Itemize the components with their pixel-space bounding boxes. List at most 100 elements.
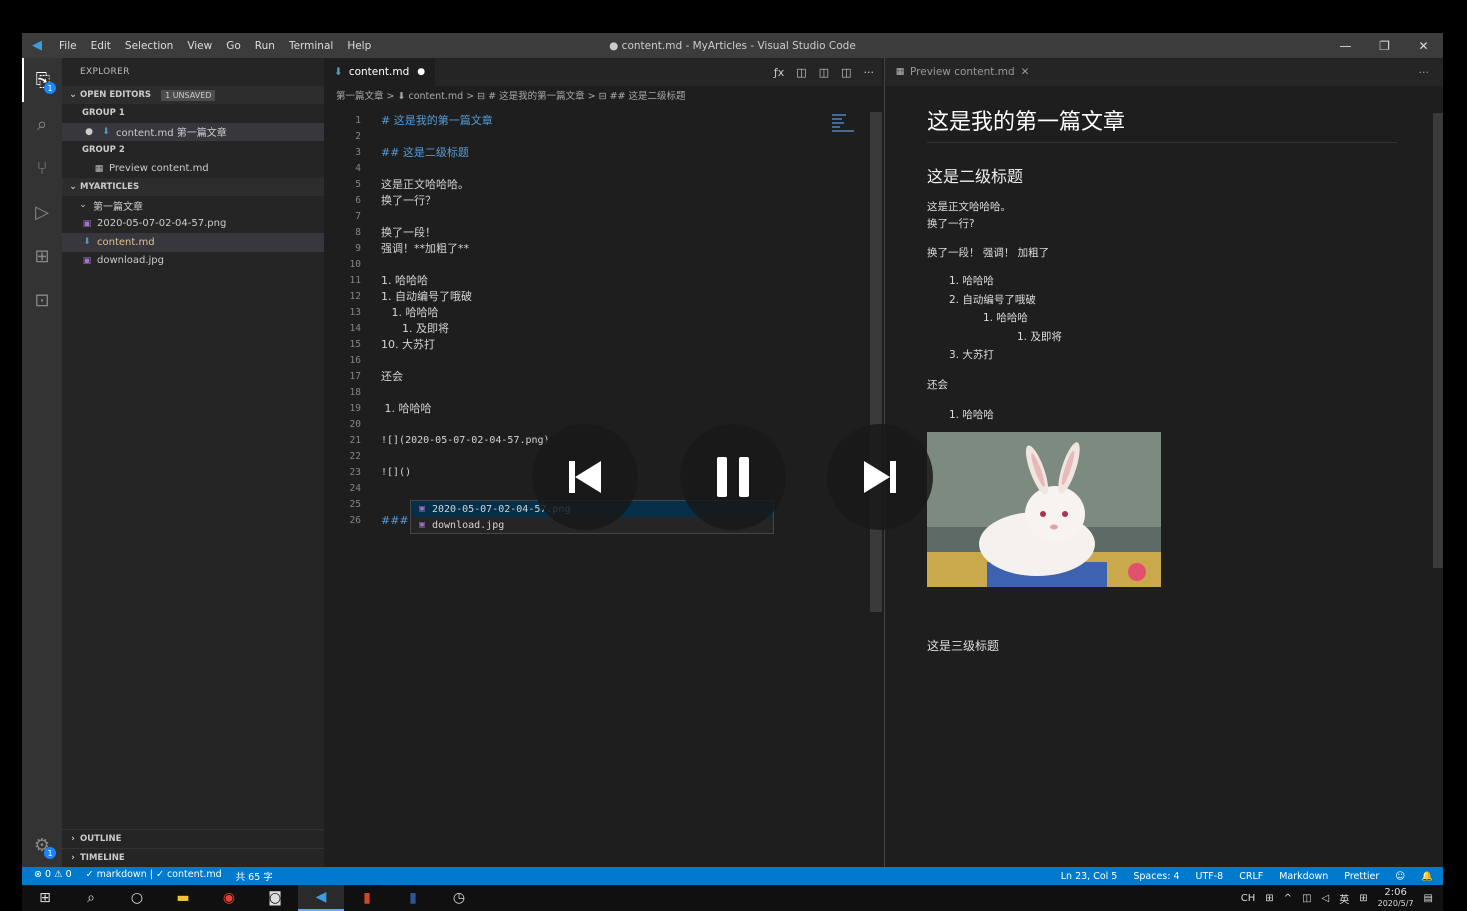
menu-selection[interactable]: Selection bbox=[118, 40, 180, 52]
group1-label: GROUP 1 bbox=[82, 108, 125, 119]
preview-scrollbar[interactable] bbox=[1433, 113, 1443, 568]
notifications-icon[interactable]: 🔔 bbox=[1421, 871, 1433, 882]
search-icon[interactable]: ⌕ bbox=[68, 885, 114, 911]
system-tray: CH ⊞ ^ ◫ ◁ 英 ⊞ 2:06 2020/5/7 ▤ bbox=[1241, 885, 1433, 911]
restore-button[interactable]: ❐ bbox=[1365, 33, 1404, 58]
settings-gear-icon[interactable]: ⚙ 1 bbox=[22, 823, 62, 867]
menu-view[interactable]: View bbox=[180, 40, 219, 52]
word-count[interactable]: 共 65 字 bbox=[236, 869, 273, 883]
more-actions-icon[interactable]: ··· bbox=[864, 66, 875, 79]
feedback-icon[interactable]: ☺ bbox=[1395, 871, 1405, 882]
task-view-icon[interactable]: ○ bbox=[114, 885, 160, 911]
open-preview-icon[interactable]: ◫ bbox=[796, 66, 806, 79]
preview-icon: ▦ bbox=[94, 163, 104, 174]
file-item[interactable]: ▣ 2020-05-07-02-04-57.png bbox=[62, 215, 324, 234]
volume-icon[interactable]: ◁ bbox=[1322, 893, 1330, 904]
tab-preview[interactable]: ▦ Preview content.md ✕ bbox=[885, 58, 1037, 86]
file-item[interactable]: ▣ download.jpg bbox=[62, 252, 324, 271]
code-line: 15 10. 大苏打 bbox=[324, 336, 864, 352]
clock[interactable]: 2:06 2020/5/7 bbox=[1378, 887, 1414, 909]
unsaved-dot-icon[interactable]: ● bbox=[82, 127, 96, 137]
timeline-label: TIMELINE bbox=[80, 853, 125, 863]
function-icon[interactable]: ƒx bbox=[774, 66, 784, 79]
breadcrumb[interactable]: 第一篇文章 > ⬇ content.md > ⊟ # 这是我的第一篇文章 > ⊟… bbox=[324, 86, 882, 104]
problems-indicator[interactable]: ⊗ 0 ⚠ 0 bbox=[34, 869, 72, 883]
menu-edit[interactable]: Edit bbox=[84, 40, 118, 52]
open-editors-header[interactable]: ⌄ OPEN EDITORS 1 UNSAVED bbox=[62, 86, 324, 104]
outline-header[interactable]: › OUTLINE bbox=[62, 829, 324, 848]
close-button[interactable]: ✕ bbox=[1404, 33, 1443, 58]
file-explorer-icon[interactable]: ▬ bbox=[160, 885, 206, 911]
language-mode[interactable]: Markdown bbox=[1279, 871, 1328, 882]
powerpoint-icon[interactable]: ▮ bbox=[344, 885, 390, 911]
line-text: 1. 哈哈哈 bbox=[381, 306, 439, 319]
rabbit-image bbox=[927, 432, 1161, 587]
tab-content-md[interactable]: ⬇ content.md ● bbox=[324, 58, 436, 86]
unsaved-dot-icon[interactable]: ● bbox=[417, 67, 425, 77]
keyboard-icon[interactable]: ⊞ bbox=[1265, 893, 1273, 904]
chrome-icon[interactable]: ◉ bbox=[206, 885, 252, 911]
workspace-label: MYARTICLES bbox=[80, 182, 140, 192]
file-item[interactable]: ⬇ content.md bbox=[62, 233, 324, 252]
preview-pane: ▦ Preview content.md ✕ ··· 这是我的第一篇文章 这是二… bbox=[884, 58, 1443, 867]
split-editor-icon[interactable]: ◫ bbox=[841, 66, 851, 79]
list-item: 3. 大苏打 bbox=[949, 349, 994, 361]
clock-app-icon[interactable]: ◷ bbox=[436, 885, 482, 911]
encoding[interactable]: UTF-8 bbox=[1196, 871, 1224, 882]
word-icon[interactable]: ▮ bbox=[390, 885, 436, 911]
network-icon[interactable]: ◫ bbox=[1302, 893, 1311, 904]
code-line: 7 bbox=[324, 208, 864, 224]
windows-start-icon[interactable]: ⊞ bbox=[22, 885, 68, 911]
extensions-icon[interactable]: ⊞ bbox=[22, 234, 62, 278]
language-indicator[interactable]: 英 bbox=[1339, 891, 1349, 906]
preview-side-icon[interactable]: ◫ bbox=[819, 66, 829, 79]
formatter[interactable]: Prettier bbox=[1344, 871, 1379, 882]
vscode-taskbar-icon[interactable]: ◀ bbox=[298, 885, 344, 911]
search-icon[interactable]: ⌕ bbox=[22, 102, 62, 146]
line-text: ## 这是二级标题 bbox=[381, 146, 469, 159]
open-editor-preview[interactable]: ▦ Preview content.md bbox=[62, 160, 324, 179]
scrollbar-thumb[interactable] bbox=[870, 112, 882, 612]
run-debug-icon[interactable]: ▷ bbox=[22, 190, 62, 234]
indentation[interactable]: Spaces: 4 bbox=[1133, 871, 1179, 882]
action-center-icon[interactable]: ▤ bbox=[1424, 893, 1433, 904]
line-number: 7 bbox=[355, 210, 361, 222]
menu-run[interactable]: Run bbox=[248, 40, 282, 52]
line-number: 5 bbox=[355, 178, 361, 190]
ime-indicator[interactable]: CH bbox=[1241, 893, 1256, 904]
skip-previous-icon bbox=[569, 461, 601, 493]
line-number: 16 bbox=[349, 354, 361, 366]
line-text: 换了一行？ bbox=[381, 194, 436, 207]
markdown-status[interactable]: ✓ markdown | ✓ content.md bbox=[86, 869, 222, 883]
folder-item[interactable]: ⌄ 第一篇文章 bbox=[62, 196, 324, 215]
more-actions-icon[interactable]: ··· bbox=[1419, 66, 1430, 79]
previous-track-button[interactable] bbox=[532, 424, 638, 530]
timeline-header[interactable]: › TIMELINE bbox=[62, 848, 324, 867]
line-endings[interactable]: CRLF bbox=[1239, 871, 1263, 882]
explorer-icon[interactable]: ⎘ 1 bbox=[22, 58, 62, 102]
menu-help[interactable]: Help bbox=[340, 40, 378, 52]
tray-chevron-icon[interactable]: ^ bbox=[1284, 893, 1292, 904]
close-tab-icon[interactable]: ✕ bbox=[1021, 66, 1030, 78]
minimize-button[interactable]: — bbox=[1326, 33, 1365, 58]
line-text: ![]() bbox=[381, 466, 412, 478]
remote-explorer-icon[interactable]: ⊡ bbox=[22, 278, 62, 322]
workspace-header[interactable]: ⌄ MYARTICLES bbox=[62, 178, 324, 196]
menu-go[interactable]: Go bbox=[219, 40, 248, 52]
editor-scrollbar[interactable] bbox=[870, 112, 882, 612]
camera-icon[interactable]: ◙ bbox=[252, 885, 298, 911]
pause-button[interactable] bbox=[680, 424, 786, 530]
code-line: 13 1. 哈哈哈 bbox=[324, 304, 864, 320]
source-control-icon[interactable]: ⑂ bbox=[22, 146, 62, 190]
menu-terminal[interactable]: Terminal bbox=[282, 40, 340, 52]
list-item: 2. 自动编号了哦破 bbox=[949, 293, 1036, 306]
menu-file[interactable]: File bbox=[52, 40, 84, 52]
code-line: 9 强调！**加粗了** bbox=[324, 240, 864, 256]
minimap-line bbox=[832, 126, 840, 128]
minimap[interactable] bbox=[832, 112, 862, 152]
next-track-button[interactable] bbox=[827, 424, 933, 530]
cursor-position[interactable]: Ln 23, Col 5 bbox=[1061, 871, 1118, 882]
line-text: 还会 bbox=[381, 370, 403, 383]
open-editor-content-md[interactable]: ● ⬇ content.md 第一篇文章 bbox=[62, 122, 324, 141]
input-mode-icon[interactable]: ⊞ bbox=[1359, 893, 1367, 904]
